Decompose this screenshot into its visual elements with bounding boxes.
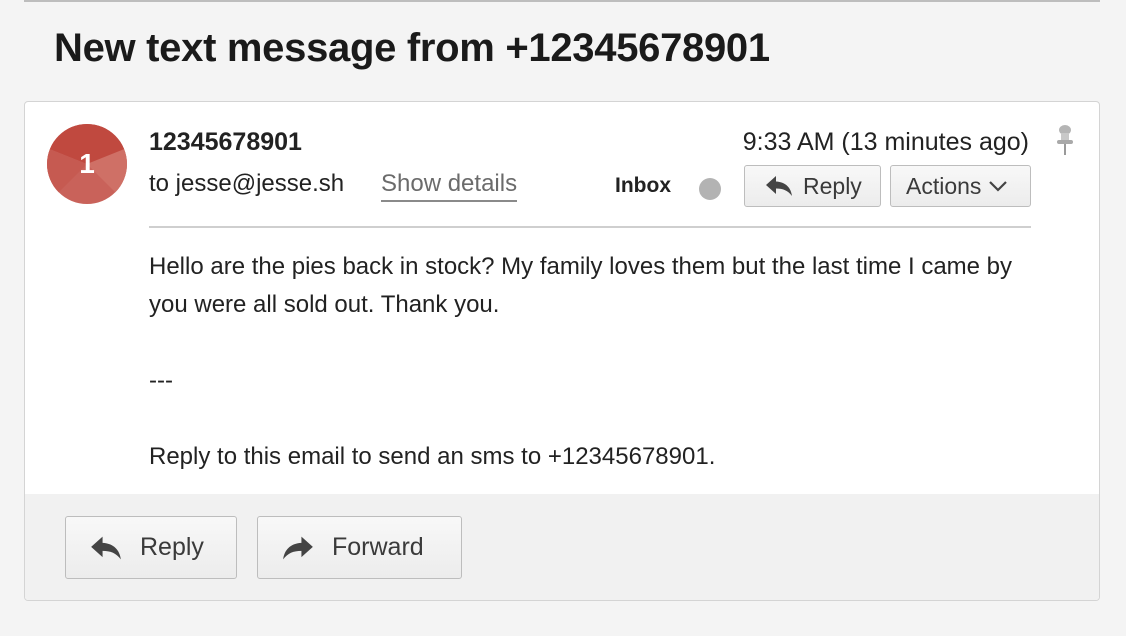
- folder-label: Inbox: [615, 174, 671, 197]
- message-card: 1 12345678901 to jesse@jesse.sh Show det…: [24, 101, 1100, 601]
- sender-name: 12345678901: [149, 128, 302, 156]
- footer-reply-label: Reply: [140, 533, 204, 561]
- body-paragraph: Hello are the pies back in stock? My fam…: [149, 253, 1013, 318]
- forward-button[interactable]: Forward: [257, 516, 462, 579]
- recipient-line: to jesse@jesse.sh: [149, 170, 345, 197]
- body-sms-hint: Reply to this email to send an sms to +1…: [149, 443, 716, 470]
- reply-icon: [766, 176, 792, 196]
- forward-label: Forward: [332, 533, 424, 561]
- chevron-down-icon: [989, 181, 1008, 192]
- header-divider: [149, 226, 1031, 228]
- show-details-link[interactable]: Show details: [381, 170, 518, 202]
- reply-icon: [91, 536, 121, 559]
- status-dot: [699, 178, 721, 200]
- reply-button[interactable]: Reply: [744, 165, 881, 207]
- message-body: Hello are the pies back in stock? My fam…: [149, 248, 1039, 476]
- forward-icon: [283, 536, 313, 559]
- reply-button-label: Reply: [803, 172, 862, 199]
- actions-button[interactable]: Actions: [890, 165, 1031, 207]
- actions-button-label: Actions: [906, 172, 982, 199]
- message-timestamp: 9:33 AM (13 minutes ago): [742, 128, 1029, 156]
- pin-icon[interactable]: [1055, 124, 1075, 156]
- avatar[interactable]: 1: [47, 124, 127, 204]
- footer-reply-button[interactable]: Reply: [65, 516, 237, 579]
- avatar-letter: 1: [79, 148, 95, 179]
- message-footer: Reply Forward: [25, 494, 1099, 600]
- message-subject: New text message from +12345678901: [54, 26, 770, 70]
- top-divider: [24, 0, 1100, 2]
- body-separator: ---: [149, 367, 173, 394]
